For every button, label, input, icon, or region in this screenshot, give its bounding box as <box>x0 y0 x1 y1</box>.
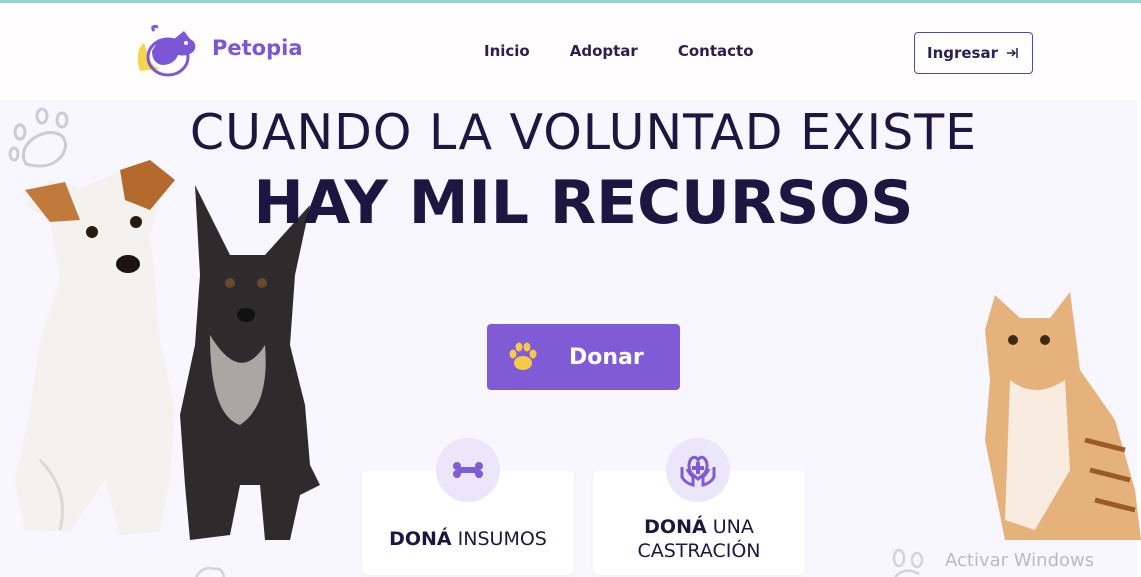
card-bold-text: DONÁ <box>644 516 707 538</box>
card-rest-text: INSUMOS <box>451 528 547 550</box>
paw-icon <box>509 342 537 370</box>
brand-logo[interactable]: Petopia <box>130 21 303 81</box>
donate-button[interactable]: Donar <box>487 324 680 390</box>
donate-castration-text: DONÁ UNA CASTRACIÓN <box>593 515 805 563</box>
bone-icon-circle <box>436 438 500 502</box>
paw-outline-icon <box>194 566 226 577</box>
brand-name: Petopia <box>212 36 303 60</box>
nav-adoptar[interactable]: Adoptar <box>570 42 638 60</box>
hero-heading-line1: CUANDO LA VOLUNTAD EXISTE <box>189 104 978 161</box>
cat-image <box>985 292 1141 540</box>
card-bold-text: DONÁ <box>389 528 452 550</box>
hands-medical-icon <box>680 455 716 487</box>
bone-icon <box>453 462 483 478</box>
login-label: Ingresar <box>926 44 998 62</box>
hero-heading-line2: HAY MIL RECURSOS <box>253 168 914 238</box>
card-line2-text: CASTRACIÓN <box>637 540 761 562</box>
login-arrow-icon <box>1007 48 1018 58</box>
nav-inicio[interactable]: Inicio <box>484 42 530 60</box>
nav-contacto[interactable]: Contacto <box>678 42 754 60</box>
card-rest-text: UNA <box>706 516 754 538</box>
paw-outline-icon <box>892 548 924 577</box>
logo-dog-icon <box>137 25 196 77</box>
login-button[interactable]: Ingresar <box>914 32 1033 74</box>
site-header: Petopia Inicio Adoptar Contacto Ingresar <box>0 3 1141 100</box>
hands-medical-icon-circle <box>666 438 730 502</box>
windows-activation-watermark: Activar Windows <box>945 550 1095 571</box>
merle-dog-image <box>180 185 320 540</box>
donate-label: Donar <box>569 344 644 370</box>
main-nav: Inicio Adoptar Contacto <box>484 42 794 60</box>
donate-supplies-text: DONÁ INSUMOS <box>362 527 574 551</box>
